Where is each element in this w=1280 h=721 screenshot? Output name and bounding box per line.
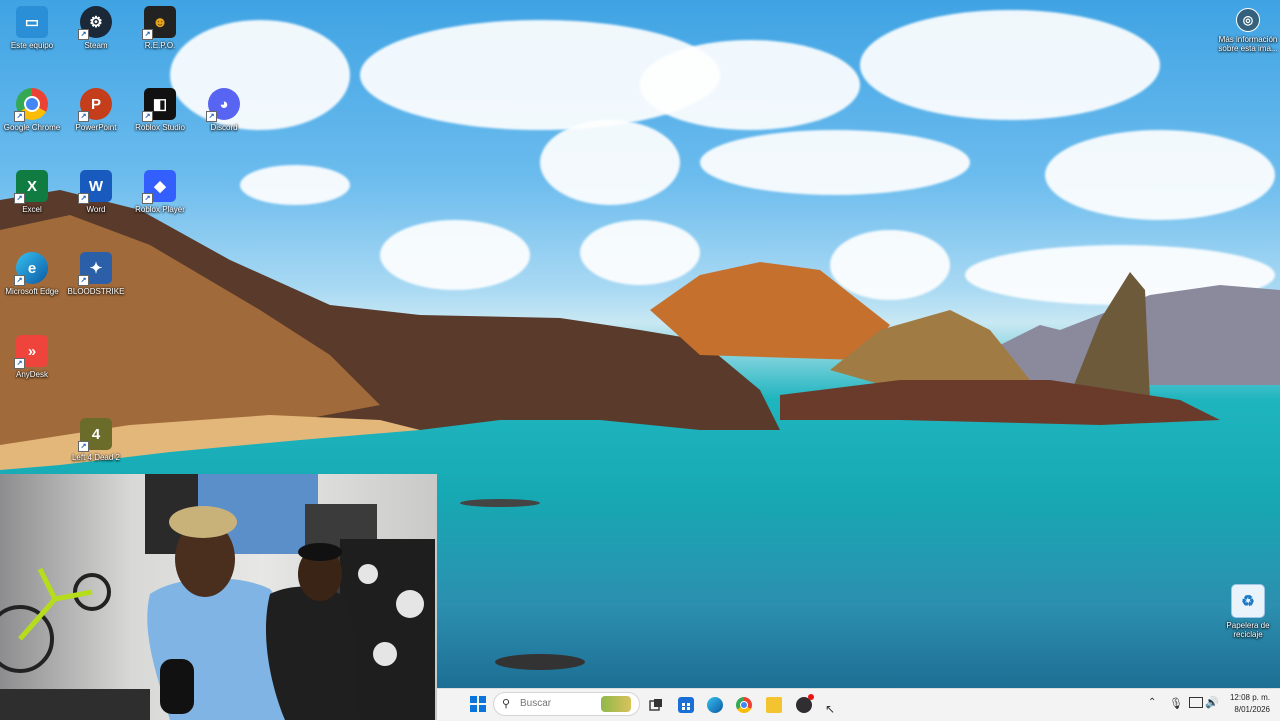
desktop-icon-label: Google Chrome [3, 123, 61, 132]
desktop-icon-left-4-dead-2[interactable]: 4 ↗ Left 4 Dead 2 [64, 418, 128, 462]
chevron-up-icon[interactable]: ⌃ [1148, 697, 1156, 708]
repo-game-icon: ☻ ↗ [142, 6, 176, 40]
roblox-studio-icon: ◧ ↗ [142, 88, 176, 122]
clock-time: 12:08 p. m. [1229, 693, 1270, 702]
excel-icon: X ↗ [14, 170, 48, 204]
bloodstrike-icon: ✦ ↗ [78, 252, 112, 286]
taskbar-search-box[interactable]: ⚲ [493, 692, 640, 716]
steam-icon: ⚙ ↗ [78, 6, 112, 40]
file-explorer-icon[interactable] [766, 697, 782, 713]
desktop-icon-recycle-bin[interactable]: ♻ Papelera de reciclaje [1216, 584, 1280, 639]
chrome-icon: ↗ [14, 88, 48, 122]
desktop-icon-label: Este equipo [10, 41, 54, 50]
desktop-icon-label: Roblox Studio [135, 123, 185, 132]
desktop-icon-microsoft-edge[interactable]: e ↗ Microsoft Edge [0, 252, 64, 296]
desktop-icon-label: Left 4 Dead 2 [71, 453, 121, 462]
search-input[interactable] [518, 697, 602, 710]
desktop-icon-powerpoint[interactable]: P ↗ PowerPoint [64, 88, 128, 132]
desktop-icon-label: Excel [22, 205, 42, 214]
desktop-icon-label: PowerPoint [75, 123, 117, 132]
mouse-cursor: ↖ [825, 702, 836, 716]
computer-icon: ▭ [16, 6, 48, 38]
desktop-icon-label: Roblox Player [135, 205, 185, 214]
left4dead2-icon: 4 ↗ [78, 418, 112, 452]
start-icon[interactable] [470, 696, 486, 712]
desktop-icon-label: Discord [210, 123, 238, 132]
desktop-icon-label: AnyDesk [15, 370, 48, 379]
anydesk-icon: » ↗ [14, 335, 48, 369]
desktop-icon-label: Word [86, 205, 106, 214]
clock-date: 8/01/2026 [1234, 705, 1270, 714]
discord-icon: ◕ ↗ [206, 88, 240, 122]
desktop-icon-excel[interactable]: X ↗ Excel [0, 170, 64, 214]
info-camera-icon: ◎ [1236, 8, 1260, 32]
desktop-icon-label: Microsoft Edge [5, 287, 59, 296]
desktop-icon-discord[interactable]: ◕ ↗ Discord [192, 88, 256, 132]
recycle-bin-icon: ♻ [1231, 584, 1265, 618]
network-icon[interactable] [1189, 697, 1203, 708]
desktop-icon-label: Papelera de reciclaje [1226, 621, 1270, 639]
word-icon: W ↗ [78, 170, 112, 204]
desktop-info-button[interactable]: ◎ Más información sobre esta ima... [1216, 8, 1280, 53]
desktop-icon-anydesk[interactable]: » ↗ AnyDesk [0, 335, 64, 379]
desktop-icon-roblox-studio[interactable]: ◧ ↗ Roblox Studio [128, 88, 192, 132]
clock[interactable]: 12:08 p. m. 8/01/2026 [1230, 692, 1270, 716]
obs-icon[interactable] [796, 694, 814, 713]
desktop-icon-google-chrome[interactable]: ↗ Google Chrome [0, 88, 64, 132]
chrome-icon[interactable] [736, 697, 752, 713]
roblox-player-icon: ◆ ↗ [142, 170, 176, 204]
desktop-icon-label: Steam [84, 41, 108, 50]
search-highlight-icon [601, 696, 631, 712]
desktop-icon-repo[interactable]: ☻ ↗ R.E.P.O. [128, 6, 192, 50]
desktop-icon-label: BLOODSTRIKE [67, 287, 125, 296]
desktop-icon-bloodstrike[interactable]: ✦ ↗ BLOODSTRIKE [64, 252, 128, 296]
desktop-icon-steam[interactable]: ⚙ ↗ Steam [64, 6, 128, 50]
desktop-icon-label: Más información sobre esta ima... [1218, 35, 1278, 53]
store-icon[interactable] [678, 697, 694, 713]
edge-icon: e ↗ [14, 252, 48, 286]
volume-icon[interactable]: 🔊 [1205, 696, 1219, 709]
desktop-icon-este-equipo[interactable]: ▭ Este equipo [0, 6, 64, 50]
desktop-icon-word[interactable]: W ↗ Word [64, 170, 128, 214]
search-icon: ⚲ [502, 698, 511, 710]
desktop-icon-label: R.E.P.O. [144, 41, 176, 50]
task-view-icon[interactable] [648, 697, 664, 713]
desktop-icon-roblox-player[interactable]: ◆ ↗ Roblox Player [128, 170, 192, 214]
powerpoint-icon: P ↗ [78, 88, 112, 122]
microphone-icon[interactable]: 🎙 [1169, 697, 1183, 710]
webcam-overlay [0, 474, 437, 720]
edge-icon[interactable] [707, 697, 723, 713]
